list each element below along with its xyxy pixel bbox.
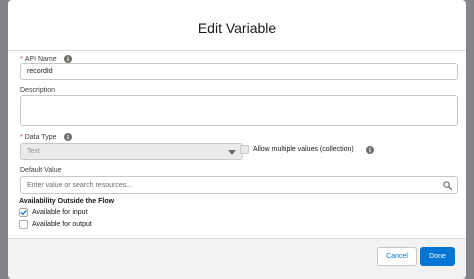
available-for-output-checkbox[interactable]: [19, 220, 28, 229]
api-name-input[interactable]: recordId: [20, 63, 458, 80]
info-icon[interactable]: [63, 55, 72, 63]
api-name-label: API Name: [24, 55, 57, 63]
default-value-label-group: Default Value: [20, 167, 62, 174]
description-textarea[interactable]: [20, 95, 458, 126]
data-type-label: Data Type: [24, 133, 57, 141]
modal-footer: Cancel Done: [8, 238, 466, 279]
info-icon[interactable]: [366, 146, 374, 154]
search-icon[interactable]: [443, 181, 452, 190]
checkmark-icon: [20, 210, 27, 216]
modal-title: Edit Variable: [197, 20, 277, 36]
allow-multiple-checkbox[interactable]: [240, 145, 249, 154]
data-type-value: Text: [27, 148, 40, 155]
api-name-label-group: * API Name: [20, 55, 72, 63]
available-for-input-checkbox[interactable]: [19, 208, 28, 217]
data-type-select[interactable]: Text: [20, 143, 243, 160]
available-for-output-label: Available for output: [32, 221, 92, 228]
info-icon[interactable]: [63, 133, 72, 141]
description-label-group: Description: [20, 87, 55, 94]
required-indicator: *: [20, 133, 23, 141]
cancel-button[interactable]: Cancel: [377, 247, 417, 266]
data-type-label-group: * Data Type: [20, 133, 72, 141]
required-indicator: *: [20, 55, 23, 63]
modal-header: Edit Variable: [8, 0, 466, 51]
api-name-value: recordId: [27, 68, 53, 75]
default-value-label: Default Value: [20, 167, 62, 174]
done-button[interactable]: Done: [420, 247, 455, 266]
chevron-down-icon: [228, 150, 236, 155]
default-value-placeholder: Enter value or search resources...: [27, 181, 133, 189]
available-for-input-label: Available for input: [32, 209, 88, 216]
edit-variable-modal: Edit Variable * API Name recordId Descri…: [8, 0, 466, 279]
availability-section-title: Availability Outside the Flow: [19, 198, 115, 205]
allow-multiple-label: Allow multiple values (collection): [253, 146, 354, 153]
default-value-search-input[interactable]: Enter value or search resources...: [20, 176, 458, 194]
description-label: Description: [20, 87, 56, 94]
